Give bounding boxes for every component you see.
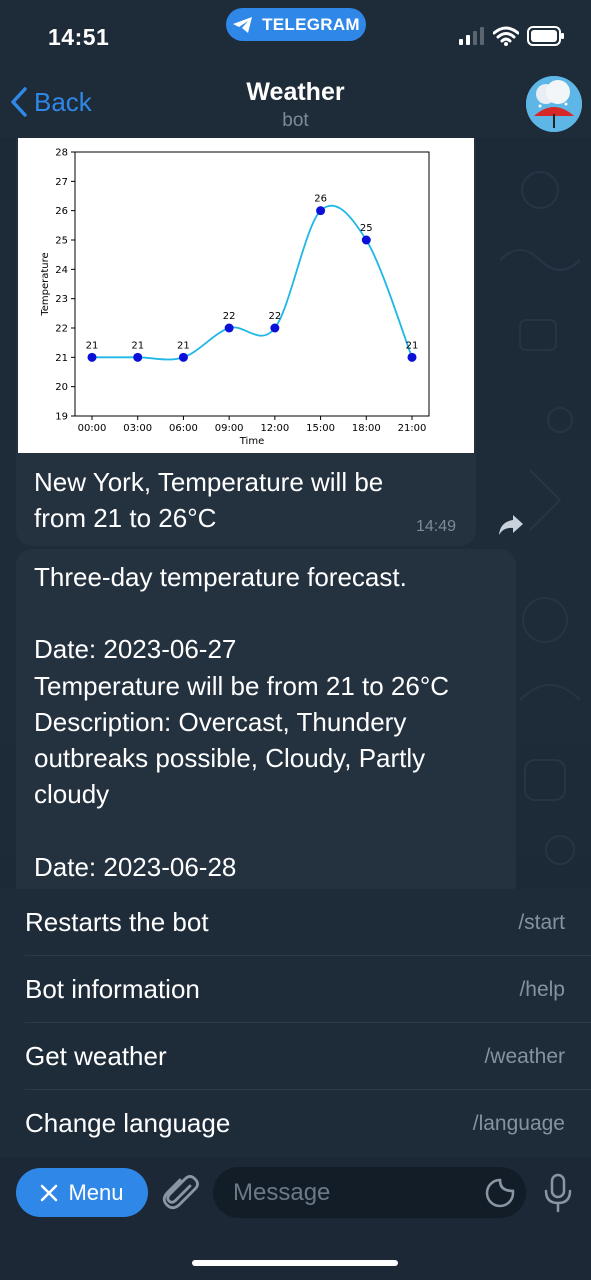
message-input-bar: Menu: [0, 1157, 591, 1280]
close-icon: [41, 1184, 58, 1201]
forecast-text: Three-day temperature forecast. Date: 20…: [34, 559, 514, 885]
data-label: 21: [177, 340, 190, 351]
bot-avatar[interactable]: [526, 76, 582, 132]
forward-arrow-icon: [499, 515, 523, 535]
command-code: /start: [518, 910, 565, 934]
y-tick-label: 19: [55, 412, 68, 423]
caption-line-1: New York, Temperature will be: [34, 467, 384, 497]
x-tick-label: 18:00: [352, 423, 381, 434]
data-label: 22: [268, 311, 281, 322]
weather-umbrella-icon: [526, 76, 582, 132]
caption-line-2: from 21 to 26°C: [34, 503, 217, 533]
menu-button[interactable]: Menu: [16, 1168, 148, 1217]
telegram-pill-label: TELEGRAM: [262, 14, 360, 34]
data-point: [87, 352, 97, 362]
x-tick-label: 15:00: [306, 423, 335, 434]
chat-title[interactable]: Weather: [0, 78, 591, 107]
y-tick-label: 27: [55, 177, 68, 188]
status-bar: 14:51 TELEGRAM: [0, 0, 591, 70]
x-axis-label: Time: [239, 436, 264, 447]
forecast-line: [34, 812, 514, 848]
command-label: Get weather: [25, 1041, 167, 1071]
data-label: 21: [406, 340, 419, 351]
y-tick-label: 26: [55, 206, 68, 217]
home-indicator: [192, 1260, 398, 1266]
paperclip-icon[interactable]: [160, 1172, 200, 1214]
forecast-line: Description: Overcast, Thundery: [34, 706, 407, 737]
temperature-chart-image[interactable]: 19 20 21 22 23 24 25 26 27 28 00:00 03:00 06:00 09:00…: [18, 138, 474, 453]
message-caption: New York, Temperature will be from 21 to…: [34, 464, 454, 536]
x-tick-label: 00:00: [78, 423, 107, 434]
plot-frame: [74, 151, 430, 417]
microphone-icon[interactable]: [542, 1173, 574, 1213]
data-point: [178, 352, 188, 362]
data-point: [133, 352, 143, 362]
data-point: [407, 352, 417, 362]
wifi-icon: [493, 26, 519, 46]
command-label: Restarts the bot: [25, 907, 209, 937]
x-tick-label: 21:00: [398, 423, 427, 434]
command-help[interactable]: Bot information /help: [0, 956, 591, 1023]
forecast-line: cloudy: [34, 779, 110, 810]
battery-icon: [527, 26, 564, 46]
data-point: [361, 235, 371, 245]
data-point: [224, 323, 234, 333]
temperature-chart: 19 20 21 22 23 24 25 26 27 28 00:00 03:00 06:00 09:00…: [40, 148, 430, 447]
data-label: 22: [223, 311, 236, 322]
y-tick-label: 25: [55, 236, 68, 247]
telegram-pill[interactable]: TELEGRAM: [226, 8, 366, 41]
status-icons: [459, 26, 565, 46]
y-tick-label: 22: [55, 324, 68, 335]
chat-header: Back Weather bot: [0, 70, 591, 138]
cellular-signal-icon: [459, 27, 484, 45]
forecast-line: [34, 595, 514, 631]
y-tick-label: 20: [55, 382, 68, 393]
sticker-icon[interactable]: [484, 1177, 516, 1209]
forecast-line: Temperature will be from 21 to 26°C: [34, 670, 450, 701]
command-code: /language: [472, 1111, 565, 1135]
menu-button-label: Menu: [68, 1179, 124, 1205]
x-tick-label: 03:00: [123, 423, 152, 434]
forecast-line: outbreaks possible, Cloudy, Partly: [34, 743, 426, 774]
forecast-line: Date: 2023-06-28: [34, 851, 237, 882]
message-time: 14:49: [415, 518, 456, 535]
x-tick-label: 06:00: [169, 423, 198, 434]
status-time: 14:51: [48, 24, 110, 50]
data-label: 21: [86, 340, 99, 351]
y-tick-label: 21: [55, 353, 68, 364]
command-code: /weather: [484, 1044, 565, 1068]
y-tick-label: 28: [55, 148, 68, 159]
command-language[interactable]: Change language /language: [0, 1090, 591, 1157]
forward-button[interactable]: [496, 510, 526, 540]
command-start[interactable]: Restarts the bot /start: [0, 889, 591, 956]
y-axis-label: Temperature: [40, 252, 51, 316]
forecast-line: Date: 2023-06-27: [34, 634, 237, 665]
data-point: [316, 206, 326, 216]
command-label: Bot information: [25, 974, 200, 1004]
x-tick-label: 09:00: [215, 423, 244, 434]
data-label: 26: [314, 194, 327, 205]
command-weather[interactable]: Get weather /weather: [0, 1023, 591, 1090]
message-input[interactable]: [213, 1167, 526, 1218]
telegram-plane-icon: [233, 16, 253, 33]
message-bubble-chart[interactable]: 19 20 21 22 23 24 25 26 27 28 00:00 03:00 06:00 09:00…: [16, 138, 476, 546]
y-tick-label: 24: [55, 265, 68, 276]
data-point: [270, 323, 280, 333]
chat-subtitle: bot: [282, 110, 309, 131]
bot-command-menu: Restarts the bot /start Bot information …: [0, 889, 591, 1157]
y-tick-label: 23: [55, 294, 68, 305]
message-bubble-forecast[interactable]: Three-day temperature forecast. Date: 20…: [16, 549, 516, 889]
forecast-line: Three-day temperature forecast.: [34, 562, 407, 592]
x-tick-label: 12:00: [260, 423, 289, 434]
data-label: 21: [131, 340, 144, 351]
command-code: /help: [519, 977, 565, 1001]
command-label: Change language: [25, 1108, 231, 1138]
data-label: 25: [360, 223, 373, 234]
